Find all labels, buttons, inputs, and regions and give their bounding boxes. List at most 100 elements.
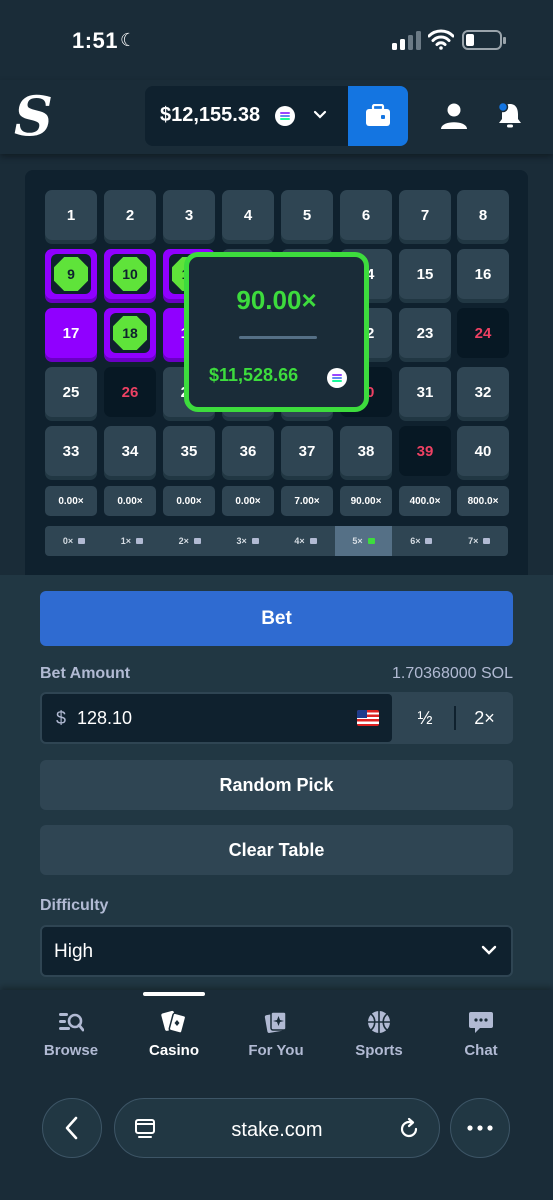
tile-5[interactable]: 5 [281, 190, 333, 240]
tile-17[interactable]: 17 [45, 308, 97, 358]
nav-browse[interactable]: Browse [21, 1008, 121, 1068]
hit-count: 1× [103, 526, 161, 556]
gem-icon [78, 538, 86, 544]
gem-icon [425, 538, 433, 544]
tile-15[interactable]: 15 [399, 249, 451, 299]
more-button[interactable] [450, 1098, 510, 1158]
status-bar: 1:51 ☾ [0, 0, 553, 80]
hit-count-label: 5× [352, 536, 363, 546]
nav-casino[interactable]: Casino [124, 1008, 224, 1068]
hit-count: 7× [450, 526, 508, 556]
payout-multiplier: 0.00× [222, 486, 274, 516]
hit-count-label: 1× [120, 536, 131, 546]
tile-2[interactable]: 2 [104, 190, 156, 240]
payout-multiplier: 400.0× [399, 486, 451, 516]
hit-count: 2× [161, 526, 219, 556]
payout-multiplier: 0.00× [163, 486, 215, 516]
hit-count-label: 6× [410, 536, 421, 546]
app-header: S $12,155.38 [0, 80, 553, 154]
bet-amount-group: $ 128.10 ½ 2× [40, 692, 513, 744]
currency-symbol: $ [56, 708, 67, 728]
nav-chat[interactable]: Chat [431, 1008, 531, 1068]
bet-amount-input[interactable]: $ 128.10 [42, 694, 392, 742]
wallet-button[interactable] [348, 86, 408, 146]
tile-24[interactable]: 24 [457, 308, 509, 358]
stake-logo[interactable]: S [14, 88, 53, 144]
tile-number: 9 [54, 257, 88, 291]
tile-1[interactable]: 1 [45, 190, 97, 240]
tile-3[interactable]: 3 [163, 190, 215, 240]
tile-8[interactable]: 8 [457, 190, 509, 240]
tile-35[interactable]: 35 [163, 426, 215, 476]
clear-table-button[interactable]: Clear Table [40, 825, 513, 875]
us-flag-icon [357, 710, 379, 726]
nav-for-you[interactable]: For You [226, 1008, 326, 1068]
gem-icon [135, 538, 143, 544]
tile-16[interactable]: 16 [457, 249, 509, 299]
tile-34[interactable]: 34 [104, 426, 156, 476]
tile-23[interactable]: 23 [399, 308, 451, 358]
bet-amount-crypto: 1.70368000 SOL [392, 665, 513, 682]
url-bar[interactable]: stake.com [114, 1098, 440, 1158]
chevron-down-icon [313, 110, 327, 119]
tile-38[interactable]: 38 [340, 426, 392, 476]
user-icon[interactable] [440, 102, 468, 130]
tile-40[interactable]: 40 [457, 426, 509, 476]
tile-25[interactable]: 25 [45, 367, 97, 417]
bottom-nav: Browse Casino For You Sports Chat stake.… [0, 990, 553, 1200]
solana-icon [275, 106, 295, 126]
tile-18[interactable]: 18 [104, 308, 156, 358]
balance-amount: $12,155.38 [160, 104, 261, 126]
bet-amount-label: Bet Amount [40, 665, 131, 682]
tile-4[interactable]: 4 [222, 190, 274, 240]
difficulty-select[interactable]: High [40, 925, 513, 977]
bet-button[interactable]: Bet [40, 591, 513, 646]
difficulty-value: High [54, 941, 94, 962]
nav-sports[interactable]: Sports [329, 1008, 429, 1068]
chat-icon [469, 1012, 493, 1033]
payout-multiplier: 0.00× [104, 486, 156, 516]
half-bet-button[interactable]: ½ [396, 692, 454, 744]
random-pick-button[interactable]: Random Pick [40, 760, 513, 810]
tile-31[interactable]: 31 [399, 367, 451, 417]
tile-26[interactable]: 26 [104, 367, 156, 417]
hit-count-label: 0× [62, 536, 74, 546]
bet-controls: Bet Bet Amount 1.70368000 SOL $ 128.10 ½… [0, 575, 553, 995]
reload-icon[interactable] [397, 1117, 421, 1141]
signal-icon [392, 30, 422, 50]
nav-label: For You [248, 1042, 304, 1059]
tile-9[interactable]: 9 [45, 249, 97, 299]
tile-39[interactable]: 39 [399, 426, 451, 476]
moon-icon: ☾ [120, 30, 137, 50]
tile-33[interactable]: 33 [45, 426, 97, 476]
tile-37[interactable]: 37 [281, 426, 333, 476]
payout-multiplier: 90.00× [340, 486, 392, 516]
tile-10[interactable]: 10 [104, 249, 156, 299]
tile-7[interactable]: 7 [399, 190, 451, 240]
wallet-icon [366, 104, 390, 126]
gem-icon: 9 [51, 254, 91, 294]
gem-icon [483, 538, 491, 544]
tile-36[interactable]: 36 [222, 426, 274, 476]
hit-count: 3× [219, 526, 277, 556]
tile-number: 10 [113, 257, 147, 291]
casino-cards-icon [161, 1010, 187, 1034]
for-you-icon [264, 1011, 287, 1033]
notification-bell-icon[interactable] [496, 100, 524, 130]
gem-icon [367, 538, 375, 544]
battery-icon [462, 30, 506, 50]
tile-6[interactable]: 6 [340, 190, 392, 240]
gem-icon [193, 538, 201, 544]
tile-32[interactable]: 32 [457, 367, 509, 417]
wifi-icon [428, 29, 454, 50]
back-button[interactable] [42, 1098, 102, 1158]
hits-bar: 0× 1× 2× 3× 4× 5× 6× 7× [45, 526, 508, 556]
bet-amount-value: 128.10 [77, 708, 133, 728]
tile-number: 18 [113, 316, 147, 350]
balance-selector[interactable]: $12,155.38 [145, 86, 348, 146]
payout-multiplier: 7.00× [281, 486, 333, 516]
win-popup: 90.00× $11,528.66 [184, 252, 369, 412]
double-bet-button[interactable]: 2× [456, 692, 513, 744]
more-dots-icon [467, 1125, 493, 1131]
gem-icon: 10 [110, 254, 150, 294]
